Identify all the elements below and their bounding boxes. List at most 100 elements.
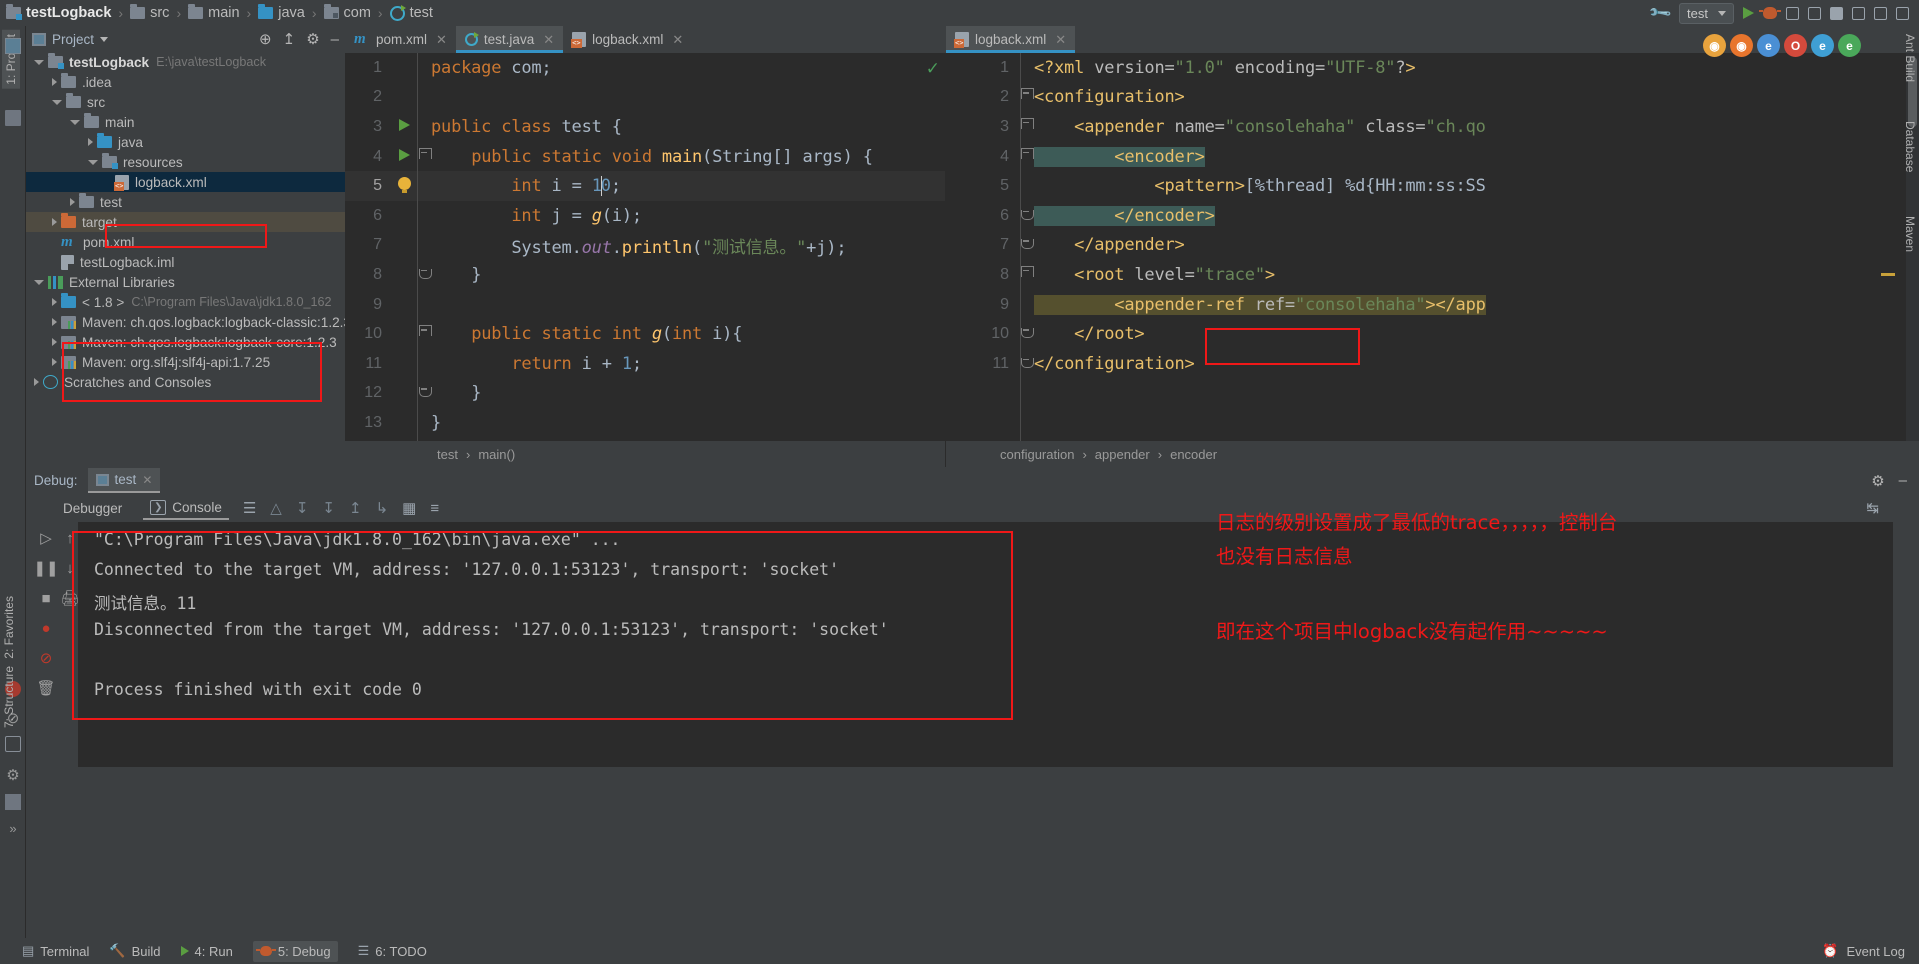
edge-icon[interactable]: e [1838,34,1861,57]
chevron-right-icon[interactable] [88,138,93,146]
edge-legacy-icon[interactable]: e [1811,34,1834,57]
run-configuration-selector[interactable]: test [1679,2,1734,24]
trash-icon[interactable]: 🗑 [36,678,56,698]
fold-close-icon[interactable] [1020,355,1034,368]
tree-node-main[interactable]: main [26,112,345,132]
sidebar-tab-ant[interactable]: Ant Build [1903,34,1917,82]
chevron-right-icon[interactable] [52,298,57,306]
tree-node-maven-ch-qos-logback-logback-core-1-2-3[interactable]: Maven: ch.qos.logback:logback-core:1.2.3 [26,332,345,352]
tree-node-testlogback[interactable]: testLogback E:\java\testLogback [26,52,345,72]
editor-tab-logback-xml-right[interactable]: logback.xml ✕ [946,26,1076,53]
editor-tab-pom-xml[interactable]: m pom.xml ✕ [345,26,456,53]
tab-console[interactable]: ❯ Console [143,497,229,520]
fold-close-icon[interactable] [418,266,432,279]
profile-icon[interactable] [1808,6,1821,20]
folder-icon[interactable] [5,110,21,126]
tree-node-test[interactable]: test [26,192,345,212]
fold-close-icon[interactable] [1020,207,1034,220]
breadcrumb-appender[interactable]: appender [1095,447,1150,462]
chevron-right-icon[interactable] [52,338,57,346]
tab-debugger[interactable]: Debugger [56,498,129,519]
chevron-down-icon[interactable] [100,36,109,42]
soft-wrap-icon[interactable]: ↹ [1866,499,1893,517]
chevron-right-icon[interactable] [52,358,57,366]
opera-icon[interactable]: O [1784,34,1807,57]
close-icon[interactable]: ✕ [672,32,683,48]
tree-node-maven-org-slf4j-slf4j-api-1-7-25[interactable]: Maven: org.slf4j:slf4j-api:1.7.25 [26,352,345,372]
tree-node-src[interactable]: src [26,92,345,112]
breadcrumb-item-testLogback[interactable]: testLogback [6,4,111,21]
event-log-label[interactable]: Event Log [1846,944,1905,959]
sidebar-tab-favorites[interactable]: 2: Favorites [2,596,16,659]
collapse-all-icon[interactable]: ↥ [283,30,296,48]
build-icon[interactable]: 🔧 [1648,0,1673,26]
debug-icon[interactable] [1759,7,1781,19]
chevron-right-icon[interactable] [52,218,57,226]
list-icon[interactable]: ☰ [243,499,256,517]
chevron-down-icon[interactable] [52,99,62,105]
stop-icon[interactable]: ■ [36,588,56,608]
status-tab-build[interactable]: 🔨 Build [109,943,160,959]
status-tab-terminal[interactable]: ▤ Terminal [22,943,89,959]
run-coverage-icon[interactable] [1786,6,1799,20]
tree-node-java[interactable]: java [26,132,345,152]
breadcrumb-method[interactable]: main() [478,447,515,462]
search-icon[interactable] [1896,6,1909,20]
gear-icon[interactable]: ⚙ [306,30,319,48]
debug-session-tab[interactable]: test ✕ [87,468,161,493]
scroll-up-icon[interactable]: ↑ [60,528,80,548]
rerun-icon[interactable]: ▷ [36,528,56,548]
sidebar-tab-database[interactable]: Database [1903,121,1917,172]
tree-node-testlogback-iml[interactable]: testLogback.iml [26,252,345,272]
run-gutter-icon[interactable] [398,148,410,161]
breadcrumb-encoder[interactable]: encoder [1170,447,1217,462]
xml-code-editor[interactable]: 1 <?xml version="1.0" encoding="UTF-8"?> 2… [946,53,1919,467]
editor-scrollbar[interactable] [1906,53,1919,467]
chevron-right-icon[interactable] [52,78,57,86]
chrome-icon[interactable]: ◉ [1703,34,1726,57]
expand-icon[interactable]: » [5,821,21,837]
fold-close-icon[interactable] [1020,325,1034,339]
warning-stripe[interactable] [1881,273,1895,276]
status-tab-run[interactable]: 4: Run [180,944,233,959]
tree-node-maven-ch-qos-logback-logback-classic-1-2-3[interactable]: Maven: ch.qos.logback:logback-classic:1.… [26,312,345,332]
mute-breakpoints-icon[interactable]: ⊘ [36,648,56,668]
tree-node-resources[interactable]: resources [26,152,345,172]
close-icon[interactable]: ✕ [1055,32,1066,48]
fold-open-icon[interactable] [418,147,432,161]
hide-icon[interactable]: – [331,31,339,48]
chevron-down-icon[interactable] [34,279,44,285]
step-into-icon[interactable]: ↧ [322,499,335,517]
chevron-right-icon[interactable] [34,378,39,386]
close-icon[interactable]: ✕ [543,32,554,48]
stop-icon[interactable] [1830,6,1843,20]
tree-node-target[interactable]: target [26,212,345,232]
hide-icon[interactable]: – [1899,472,1907,489]
locate-icon[interactable]: ⊕ [259,30,272,48]
breadcrumb-configuration[interactable]: configuration [1000,447,1074,462]
fold-open-icon[interactable] [418,325,432,338]
camera-icon[interactable] [5,736,21,752]
status-tab-debug[interactable]: 5: Debug [252,940,338,962]
breadcrumb-item-test[interactable]: test [389,4,433,21]
debug-console-output[interactable]: "C:\Program Files\Java\jdk1.8.0_162\bin\… [78,522,1893,767]
close-icon[interactable]: ✕ [436,32,447,48]
tree-node-logback-xml[interactable]: logback.xml [26,172,345,192]
fold-close-icon[interactable] [418,384,432,398]
fold-open-icon[interactable] [1020,265,1034,279]
gear-icon[interactable]: ⚙ [5,766,21,784]
tree-node--idea[interactable]: .idea [26,72,345,92]
settings-icon[interactable]: ≡ [430,500,439,517]
fold-open-icon[interactable] [1020,117,1034,131]
step-over-icon[interactable]: ↧ [296,499,309,517]
fold-close-icon[interactable] [1020,236,1034,250]
chevron-down-icon[interactable] [34,59,44,65]
pause-icon[interactable]: ❚❚ [33,558,58,578]
run-gutter-icon[interactable] [398,118,410,131]
editor-tab-logback-xml[interactable]: logback.xml ✕ [563,26,692,53]
breadcrumb-item-com[interactable]: com [323,4,371,21]
breadcrumb-class[interactable]: test [437,447,458,462]
evaluate-icon[interactable]: ▦ [402,499,416,517]
force-step-into-icon[interactable]: ↥ [349,499,362,517]
restore-icon[interactable] [1874,6,1887,20]
